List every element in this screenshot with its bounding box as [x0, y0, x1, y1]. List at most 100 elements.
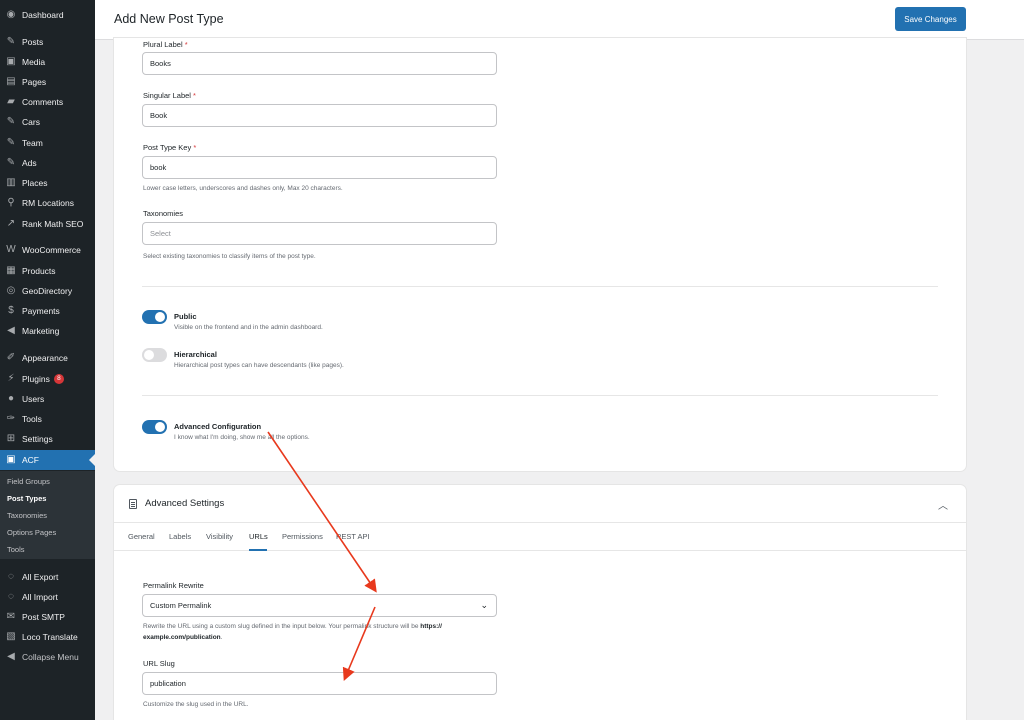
menu-loco-translate[interactable]: ▧ Loco Translate [0, 627, 95, 647]
menu-post-smtp[interactable]: ✉ Post SMTP [0, 607, 95, 627]
menu-all-export[interactable]: ◌ All Export [0, 567, 95, 587]
location-pin-icon: ⚲ [7, 197, 15, 208]
plural-label-input[interactable] [142, 52, 497, 75]
taxonomies-help: Select existing taxonomies to classify i… [143, 253, 316, 260]
hierarchical-toggle[interactable] [142, 348, 167, 362]
page-header: Add New Post Type Save Changes [95, 0, 1024, 40]
megaphone-icon: ◀ [7, 325, 15, 336]
menu-products[interactable]: ▦ Products [0, 261, 95, 281]
save-changes-button[interactable]: Save Changes [895, 7, 966, 31]
menu-all-import[interactable]: ◌ All Import [0, 587, 95, 607]
menu-settings[interactable]: ⊞ Settings [0, 429, 95, 449]
singular-label-input[interactable] [142, 104, 497, 127]
menu-rm-locations[interactable]: ⚲ RM Locations [0, 193, 95, 213]
menu-pages[interactable]: ▤ Pages [0, 72, 95, 92]
menu-places[interactable]: ▥ Places [0, 173, 95, 193]
public-toggle[interactable] [142, 310, 167, 324]
menu-payments[interactable]: $ Payments [0, 301, 95, 321]
menu-label: Ads [22, 158, 37, 168]
menu-tools[interactable]: ✑ Tools [0, 409, 95, 429]
advanced-settings-header[interactable]: Advanced Settings ︿ [114, 485, 966, 523]
menu-users[interactable]: ● Users [0, 389, 95, 409]
export-icon: ◌ [8, 571, 14, 582]
advanced-settings-card: Advanced Settings ︿ General Labels Visib… [114, 485, 966, 720]
menu-rank-math[interactable]: ↗ Rank Math SEO [0, 214, 95, 234]
toggle-knob [155, 422, 165, 432]
menu-plugins[interactable]: ⚡ Plugins 8 [0, 369, 95, 389]
submenu-post-types[interactable]: Post Types [7, 494, 46, 503]
menu-label: Cars [22, 117, 40, 127]
required-mark: * [193, 91, 196, 100]
menu-label: Pages [22, 77, 47, 87]
menu-ads[interactable]: ✎ Ads [0, 153, 95, 173]
tab-rest-api[interactable]: REST API [336, 532, 370, 541]
permalink-rewrite-heading: Permalink Rewrite [143, 581, 204, 590]
menu-label: Marketing [22, 326, 60, 336]
settings-icon: ⊞ [6, 433, 16, 444]
tab-general[interactable]: General [128, 532, 155, 541]
menu-label: All Import [22, 592, 58, 602]
menu-acf[interactable]: ▣ ACF [0, 450, 95, 470]
menu-team[interactable]: ✎ Team [0, 133, 95, 153]
collapse-menu-button[interactable]: ◀ Collapse Menu [0, 647, 95, 667]
menu-label: Plugins [22, 374, 50, 384]
plugin-icon: ⚡ [7, 373, 15, 384]
url-slug-input[interactable] [142, 672, 497, 695]
menu-label: WooCommerce [22, 245, 81, 255]
advanced-configuration-toggle[interactable] [142, 420, 167, 434]
page-title: Add New Post Type [114, 12, 224, 26]
collapse-icon: ◀ [7, 651, 15, 662]
submenu-options-pages[interactable]: Options Pages [7, 528, 56, 537]
products-icon: ▦ [6, 265, 16, 276]
tab-visibility[interactable]: Visibility [206, 532, 233, 541]
menu-media[interactable]: ▣ Media [0, 52, 95, 72]
url-slug-help: Customize the slug used in the URL. [143, 701, 249, 708]
menu-comments[interactable]: ▰ Comments [0, 92, 95, 112]
toggle-knob [155, 312, 165, 322]
help-text: Rewrite the URL using a custom slug defi… [143, 623, 419, 630]
submenu-taxonomies[interactable]: Taxonomies [7, 511, 47, 520]
tab-permissions[interactable]: Permissions [282, 532, 323, 541]
tab-urls[interactable]: URLs [249, 532, 268, 541]
woocommerce-icon: W [6, 244, 16, 255]
menu-woocommerce[interactable]: W WooCommerce [0, 240, 95, 260]
taxonomies-select[interactable] [142, 222, 497, 245]
permalink-url-part-2: example.com/publication [143, 634, 221, 641]
section-divider [142, 395, 938, 396]
menu-label: RM Locations [22, 198, 74, 208]
menu-marketing[interactable]: ◀ Marketing [0, 321, 95, 341]
hierarchical-toggle-title: Hierarchical [174, 350, 217, 359]
admin-sidebar: ◉ Dashboard ✎ Posts ▣ Media ▤ Pages ▰ Comment… [0, 0, 95, 720]
menu-geodirectory[interactable]: ◎ GeoDirectory [0, 281, 95, 301]
post-type-key-input[interactable] [142, 156, 497, 179]
brush-icon: ✐ [6, 352, 16, 363]
translate-icon: ▧ [6, 631, 16, 642]
pages-icon: ▤ [6, 76, 16, 87]
menu-label: Collapse Menu [22, 652, 79, 662]
required-mark: * [184, 40, 188, 49]
submenu-tools[interactable]: Tools [7, 545, 25, 554]
tab-labels[interactable]: Labels [169, 532, 191, 541]
dashboard-icon: ◉ [6, 9, 16, 20]
public-toggle-title: Public [174, 312, 197, 321]
menu-posts[interactable]: ✎ Posts [0, 32, 95, 52]
menu-dashboard[interactable]: ◉ Dashboard [0, 5, 95, 25]
advanced-settings-title: Advanced Settings [145, 498, 225, 509]
menu-appearance[interactable]: ✐ Appearance [0, 348, 95, 368]
permalink-url-part-1: https:// [420, 623, 442, 630]
menu-cars[interactable]: ✎ Cars [0, 112, 95, 132]
chevron-up-icon[interactable]: ︿ [938, 497, 948, 512]
document-icon [129, 499, 137, 509]
menu-label: Appearance [22, 353, 68, 363]
taxonomies-heading: Taxonomies [143, 209, 184, 218]
post-type-key-heading: Post Type Key * [143, 143, 196, 152]
permalink-rewrite-select[interactable]: Custom Permalink ⌄ [142, 594, 497, 617]
submenu-field-groups[interactable]: Field Groups [7, 477, 50, 486]
field-label-text: Plural Label [143, 40, 183, 49]
permalink-rewrite-value: Custom Permalink [150, 601, 212, 610]
menu-label: Tools [22, 414, 42, 424]
media-icon: ▣ [6, 56, 16, 67]
payments-icon: $ [8, 305, 14, 316]
comments-icon: ▰ [7, 96, 15, 107]
menu-label: Users [22, 394, 45, 404]
